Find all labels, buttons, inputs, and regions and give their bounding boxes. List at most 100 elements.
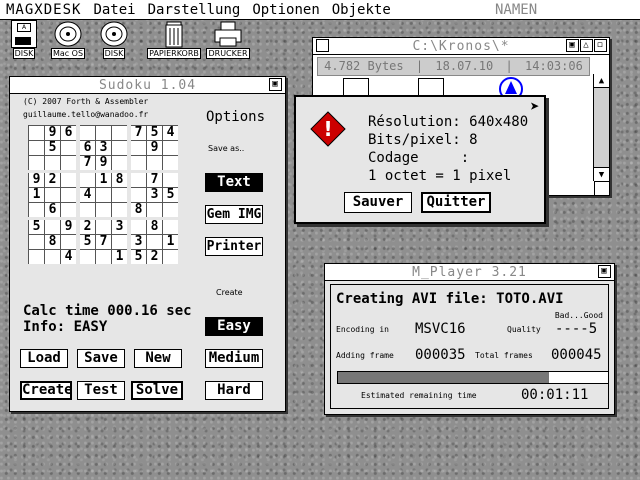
desktop-icon-printer[interactable]: DRUCKER (205, 20, 251, 59)
sudoku-cell[interactable] (162, 249, 182, 267)
solve-button[interactable]: Solve (131, 381, 183, 400)
sudoku-cell[interactable]: 1 (111, 249, 131, 267)
sudoku-cell[interactable] (95, 125, 112, 141)
sudoku-cell[interactable]: 5 (146, 125, 163, 141)
sudoku-cell[interactable]: 5 (44, 140, 61, 156)
sudoku-cell[interactable] (28, 249, 45, 267)
hard-option[interactable]: Hard (205, 381, 263, 400)
sudoku-cell[interactable] (95, 249, 112, 267)
kronos-titlebar[interactable]: C:\Kronos\* ▣ △ ◻ (313, 38, 609, 55)
sudoku-cell[interactable]: 6 (60, 125, 80, 141)
sudoku-cell[interactable] (44, 218, 61, 235)
sudoku-cell[interactable] (95, 187, 112, 203)
sudoku-cell[interactable]: 9 (44, 125, 61, 141)
sudoku-cell[interactable]: 3 (95, 140, 112, 156)
sudoku-cell[interactable] (111, 202, 131, 220)
sudoku-grid[interactable]: 967545639799218714356859238857314152 (28, 125, 182, 267)
backdrop-icon[interactable]: △ (580, 39, 593, 52)
sudoku-cell[interactable]: 2 (77, 218, 96, 235)
menu-objekte[interactable]: Objekte (326, 2, 397, 18)
sudoku-cell[interactable]: 4 (162, 125, 182, 141)
sudoku-cell[interactable]: 2 (146, 249, 163, 267)
sudoku-cell[interactable] (28, 125, 45, 141)
scroll-up-icon[interactable]: ▲ (594, 74, 609, 88)
sudoku-cell[interactable]: 8 (128, 202, 147, 220)
sudoku-cell[interactable] (28, 234, 45, 250)
sudoku-cell[interactable] (111, 155, 131, 173)
sudoku-cell[interactable]: 4 (60, 249, 80, 267)
menu-optionen[interactable]: Optionen (246, 2, 325, 18)
sudoku-cell[interactable]: 9 (95, 155, 112, 173)
quality-value[interactable]: ----5 (555, 321, 597, 337)
easy-option[interactable]: Easy (205, 317, 263, 336)
sudoku-cell[interactable]: 4 (77, 187, 96, 203)
sudoku-cell[interactable] (60, 187, 80, 203)
menu-app[interactable]: MAGXDESK (0, 2, 87, 18)
new-button[interactable]: New (134, 349, 182, 368)
sudoku-cell[interactable] (60, 234, 80, 250)
resize-icon[interactable] (594, 181, 609, 195)
sudoku-cell[interactable] (77, 202, 96, 220)
sudoku-cell[interactable] (28, 202, 45, 220)
sudoku-cell[interactable]: 5 (128, 249, 147, 267)
sudoku-cell[interactable] (146, 155, 163, 173)
sudoku-cell[interactable] (146, 202, 163, 220)
sudoku-cell[interactable]: 3 (146, 187, 163, 203)
sudoku-cell[interactable]: 9 (60, 218, 80, 235)
full-icon[interactable]: ◻ (594, 39, 607, 52)
sudoku-cell[interactable]: 9 (28, 171, 45, 188)
sudoku-cell[interactable] (60, 155, 80, 173)
sudoku-cell[interactable] (77, 249, 96, 267)
sauver-button[interactable]: Sauver (344, 192, 412, 213)
sudoku-cell[interactable] (28, 140, 45, 156)
mplayer-titlebar[interactable]: M_Player 3.21 ▣ (325, 264, 614, 281)
save-button[interactable]: Save (77, 349, 125, 368)
load-button[interactable]: Load (20, 349, 68, 368)
sudoku-cell[interactable] (162, 171, 182, 188)
sudoku-cell[interactable]: 7 (128, 125, 147, 141)
desktop-icon-disk[interactable]: A DISK (4, 20, 44, 59)
sudoku-cell[interactable] (162, 218, 182, 235)
sudoku-cell[interactable] (162, 155, 182, 173)
sudoku-cell[interactable] (128, 155, 147, 173)
window-full-icon[interactable]: ▣ (598, 265, 611, 278)
iconify-icon[interactable]: ▣ (566, 39, 579, 52)
sudoku-cell[interactable] (28, 155, 45, 173)
sudoku-cell[interactable] (60, 202, 80, 220)
sudoku-cell[interactable]: 7 (95, 234, 112, 250)
sudoku-cell[interactable]: 2 (44, 171, 61, 188)
sudoku-cell[interactable]: 7 (146, 171, 163, 188)
sudoku-cell[interactable]: 5 (77, 234, 96, 250)
create-button[interactable]: Create (20, 381, 73, 400)
sudoku-cell[interactable] (44, 155, 61, 173)
sudoku-cell[interactable] (44, 249, 61, 267)
sudoku-cell[interactable] (146, 234, 163, 250)
sudoku-cell[interactable]: 9 (146, 140, 163, 156)
test-button[interactable]: Test (77, 381, 125, 400)
sudoku-cell[interactable]: 6 (77, 140, 96, 156)
desktop-icon-disk2[interactable]: DISK (94, 20, 134, 59)
sudoku-cell[interactable]: 3 (111, 218, 131, 235)
sudoku-cell[interactable] (162, 202, 182, 220)
sudoku-cell[interactable]: 7 (77, 155, 96, 173)
medium-option[interactable]: Medium (205, 349, 263, 368)
sudoku-cell[interactable] (77, 125, 96, 141)
sudoku-cell[interactable] (128, 187, 147, 203)
menu-datei[interactable]: Datei (87, 2, 141, 18)
save-printer-option[interactable]: Printer (205, 237, 263, 256)
sudoku-cell[interactable] (162, 140, 182, 156)
desktop-icon-macos[interactable]: Mac OS (48, 20, 88, 59)
sudoku-cell[interactable]: 8 (44, 234, 61, 250)
sudoku-cell[interactable]: 1 (95, 171, 112, 188)
sudoku-cell[interactable]: 5 (162, 187, 182, 203)
sudoku-cell[interactable]: 8 (146, 218, 163, 235)
vertical-scrollbar[interactable]: ▲ ▼ (593, 74, 609, 181)
scroll-down-icon[interactable]: ▼ (594, 167, 609, 181)
sudoku-cell[interactable]: 5 (28, 218, 45, 235)
sudoku-cell[interactable] (111, 125, 131, 141)
sudoku-cell[interactable] (60, 171, 80, 188)
sudoku-cell[interactable] (77, 171, 96, 188)
sudoku-cell[interactable] (95, 202, 112, 220)
sudoku-cell[interactable] (128, 218, 147, 235)
sudoku-cell[interactable]: 1 (28, 187, 45, 203)
